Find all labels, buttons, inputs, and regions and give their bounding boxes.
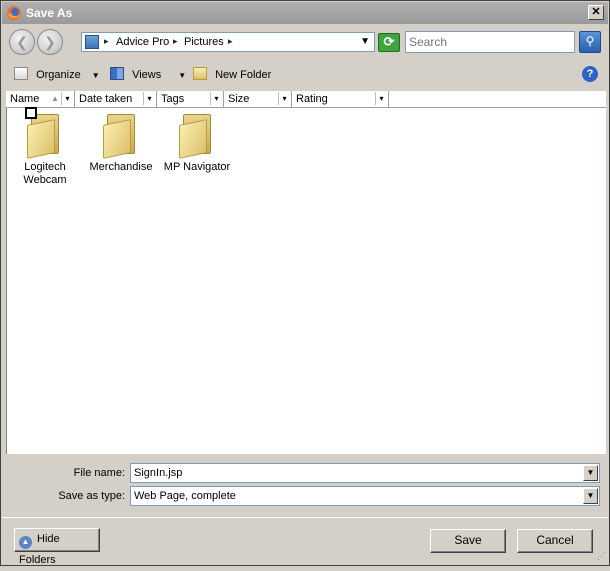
breadcrumb-pictures[interactable]: Pictures — [184, 36, 224, 48]
views-label: Views — [132, 69, 162, 81]
column-filter-icon[interactable]: ▾ — [375, 92, 387, 105]
new-folder-icon — [193, 67, 207, 80]
folder-item-mp-navigator[interactable]: MP Navigator — [159, 110, 235, 174]
column-label: Tags — [161, 93, 185, 105]
chevron-down-icon: ▼ — [91, 71, 100, 80]
new-folder-label: New Folder — [215, 69, 272, 81]
column-header-tags[interactable]: Tags ▾ — [157, 91, 224, 107]
save-type-select[interactable]: Web Page, complete ▼ — [130, 486, 600, 506]
column-header-rating[interactable]: Rating ▾ — [292, 91, 389, 107]
save-as-dialog: Save As ✕ ❮ ❯ ▸ Advice Pro ▸ Pictures ▸ … — [0, 0, 610, 566]
chevron-down-icon[interactable]: ▼ — [583, 465, 598, 481]
file-name-value: SignIn.jsp — [134, 467, 183, 479]
column-headers: Name ▲ ▾ Date taken ▾ Tags ▾ Size ▾ Rati… — [6, 91, 606, 108]
address-dropdown-icon[interactable]: ▼ — [360, 36, 370, 47]
save-type-value: Web Page, complete — [134, 490, 236, 502]
folder-name: Merchandise — [89, 161, 153, 173]
forward-button[interactable]: ❯ — [37, 29, 63, 55]
chevron-down-icon[interactable]: ▼ — [583, 488, 598, 504]
close-button[interactable]: ✕ — [588, 5, 604, 20]
address-bar[interactable]: ▸ Advice Pro ▸ Pictures ▸ ▼ — [81, 32, 375, 52]
folder-icon — [177, 110, 217, 159]
back-arrow-icon: ❮ — [16, 34, 28, 50]
refresh-icon: ⟳ — [383, 34, 395, 49]
save-button[interactable]: Save — [430, 529, 506, 553]
folder-item-merchandise[interactable]: Merchandise — [85, 110, 157, 174]
organize-label: Organize — [36, 69, 81, 81]
crumb-separator-icon[interactable]: ▸ — [228, 36, 233, 47]
sort-ascending-icon: ▲ — [51, 94, 59, 103]
breadcrumb-advice-pro[interactable]: Advice Pro — [116, 36, 169, 48]
new-folder-button[interactable]: New Folder — [193, 67, 271, 81]
forward-arrow-icon: ❯ — [44, 34, 56, 50]
crumb-separator-icon[interactable]: ▸ — [173, 36, 178, 47]
refresh-button[interactable]: ⟳ — [378, 33, 400, 52]
back-button[interactable]: ❮ — [9, 29, 35, 55]
collapse-up-icon: ▲ — [19, 536, 32, 549]
column-header-size[interactable]: Size ▾ — [224, 91, 292, 107]
folder-item-logitech-webcam[interactable]: Logitech Webcam — [9, 107, 81, 187]
views-menu[interactable]: Views ▼ — [110, 67, 186, 81]
firefox-icon — [7, 6, 21, 20]
resize-grip-icon[interactable]: ⋰ — [597, 551, 606, 562]
search-icon: ⚲ — [585, 34, 595, 48]
column-filter-icon[interactable]: ▾ — [278, 92, 290, 105]
location-icon — [85, 35, 99, 49]
column-filter-icon[interactable]: ▾ — [210, 92, 222, 105]
window-title: Save As — [26, 6, 73, 20]
column-label: Rating — [296, 93, 328, 105]
crumb-separator-icon: ▸ — [104, 36, 109, 46]
save-type-label: Save as type: — [58, 490, 125, 502]
column-header-name[interactable]: Name ▲ ▾ — [6, 91, 75, 107]
search-input[interactable] — [405, 31, 575, 53]
file-name-field[interactable]: SignIn.jsp ▼ — [130, 463, 600, 483]
column-label: Date taken — [79, 93, 133, 105]
column-label: Size — [228, 93, 250, 105]
file-name-label: File name: — [73, 467, 125, 479]
column-label: Name — [10, 93, 40, 105]
hide-folders-button[interactable]: ▲ Hide Folders — [14, 528, 100, 566]
help-icon[interactable]: ? — [582, 66, 598, 82]
folder-icon — [101, 110, 141, 159]
organize-menu[interactable]: Organize ▼ — [14, 67, 100, 81]
organize-icon — [14, 67, 28, 80]
folder-name: MP Navigator — [163, 161, 231, 173]
title-bar[interactable]: Save As ✕ — [2, 2, 608, 24]
command-toolbar: Organize ▼ Views ▼ New Folder ? — [2, 61, 608, 89]
folder-icon — [25, 107, 65, 159]
column-filter-icon[interactable]: ▾ — [61, 92, 73, 105]
selection-checkbox[interactable] — [25, 107, 37, 119]
folder-name: Logitech Webcam — [23, 161, 67, 186]
column-header-date-taken[interactable]: Date taken ▾ — [75, 91, 157, 107]
cancel-button[interactable]: Cancel — [517, 529, 593, 553]
column-filter-icon[interactable]: ▾ — [143, 92, 155, 105]
file-list-pane[interactable]: Logitech Webcam Merchandise MP Navigator — [6, 107, 606, 454]
chevron-down-icon: ▼ — [178, 71, 187, 80]
views-icon — [110, 67, 124, 80]
search-button[interactable]: ⚲ — [579, 31, 601, 53]
